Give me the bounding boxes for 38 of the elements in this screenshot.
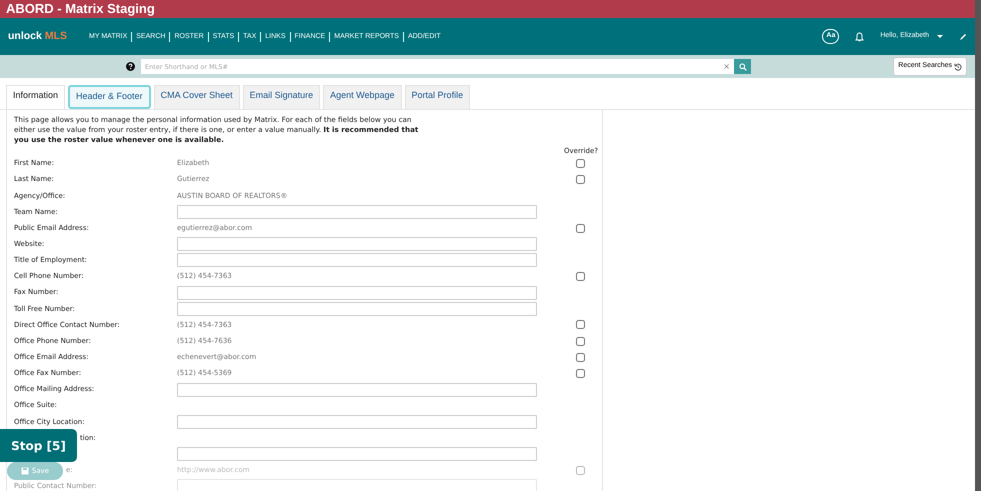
input-field[interactable] (177, 204, 537, 219)
search-button[interactable] (734, 59, 751, 74)
input-field[interactable] (177, 382, 537, 397)
input-field[interactable] (177, 414, 537, 429)
tab[interactable]: Agent Webpage (323, 85, 402, 108)
override-checkbox[interactable] (576, 272, 585, 282)
override-checkbox[interactable] (576, 368, 585, 378)
history-icon (954, 62, 962, 70)
help-icon[interactable] (126, 62, 135, 71)
override-checkbox[interactable] (576, 320, 585, 330)
input-field[interactable] (177, 447, 537, 462)
floppy-icon (20, 467, 29, 475)
input-field[interactable] (177, 302, 537, 316)
override-checkbox[interactable] (576, 466, 585, 475)
override-checkbox[interactable] (576, 224, 585, 233)
tab[interactable]: Header & Footer (68, 85, 151, 108)
scrollbar[interactable] (975, 0, 981, 491)
input-field[interactable] (177, 237, 537, 252)
logo-text: MLS (44, 28, 68, 44)
override-checkbox[interactable] (576, 336, 585, 346)
logo-text: unlock (8, 28, 42, 44)
tab[interactable]: CMA Cover Sheet (154, 85, 240, 108)
pen-icon[interactable] (959, 32, 967, 40)
tab[interactable]: Information (6, 85, 66, 108)
clear-button[interactable]: × (723, 60, 730, 72)
tab[interactable]: Email Signature (242, 85, 320, 108)
tab[interactable]: Portal Profile (404, 85, 470, 108)
input-field[interactable] (177, 479, 537, 491)
bell-icon[interactable] (855, 32, 864, 42)
caret-icon (937, 34, 943, 38)
input-field[interactable] (177, 253, 537, 268)
window-title: ABORD - Matrix Staging (0, 0, 975, 18)
search-icon (738, 62, 746, 70)
stop-button[interactable]: Stop [5] (0, 429, 77, 462)
input-field[interactable] (177, 286, 537, 300)
override-checkbox[interactable] (576, 159, 585, 168)
override-checkbox[interactable] (576, 352, 585, 362)
override-checkbox[interactable] (576, 175, 585, 184)
